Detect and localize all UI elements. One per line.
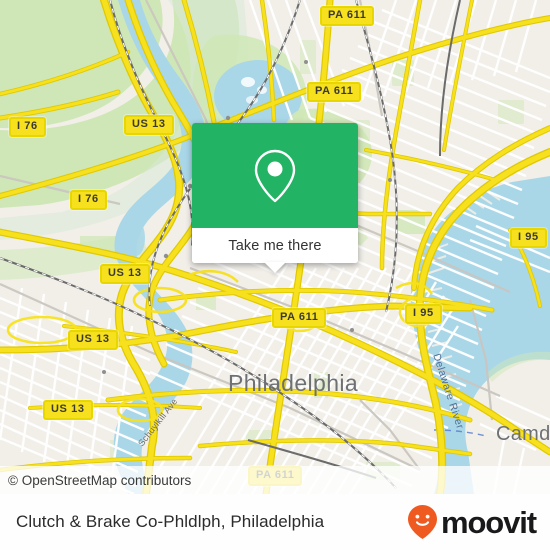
osm-attribution-bar[interactable]: © OpenStreetMap contributors (0, 466, 550, 494)
highway-shield-us-13: US 13 (43, 400, 93, 420)
highway-shield-pa-611: PA 611 (320, 6, 375, 26)
highway-shield-us-13: US 13 (124, 115, 174, 135)
bottom-info-bar: Clutch & Brake Co-Phldlph, Philadelphia … (0, 494, 550, 550)
highway-shield-pa-611: PA 611 (307, 82, 362, 102)
location-callout-card[interactable]: Take me there (192, 123, 358, 273)
highway-shield-pa-611: PA 611 (272, 308, 327, 328)
moovit-wordmark: moovit (440, 504, 537, 540)
highway-shield-i-95: I 95 (405, 304, 442, 324)
highway-shield-us-13: US 13 (100, 264, 150, 284)
callout-tail-pointer (264, 262, 286, 273)
moovit-logo[interactable]: moovit (407, 504, 537, 540)
callout-card-footer[interactable]: Take me there (192, 228, 358, 273)
place-title: Clutch & Brake Co-Phldlph, Philadelphia (16, 512, 325, 531)
osm-attribution-text: © OpenStreetMap contributors (8, 472, 192, 488)
highway-shield-i-76: I 76 (9, 117, 46, 137)
callout-card-header (192, 123, 358, 228)
moovit-map-screenshot: Philadelphia Camden Delaware River Schuy… (0, 0, 550, 550)
map-canvas[interactable]: Philadelphia Camden Delaware River Schuy… (0, 0, 550, 494)
take-me-there-label: Take me there (228, 237, 322, 254)
moovit-smiley-pin-icon (407, 505, 437, 539)
highway-shield-us-13: US 13 (68, 330, 118, 350)
highway-shield-i-76: I 76 (70, 190, 107, 210)
map-pin-icon (254, 149, 296, 202)
highway-shield-i-95: I 95 (510, 228, 547, 248)
